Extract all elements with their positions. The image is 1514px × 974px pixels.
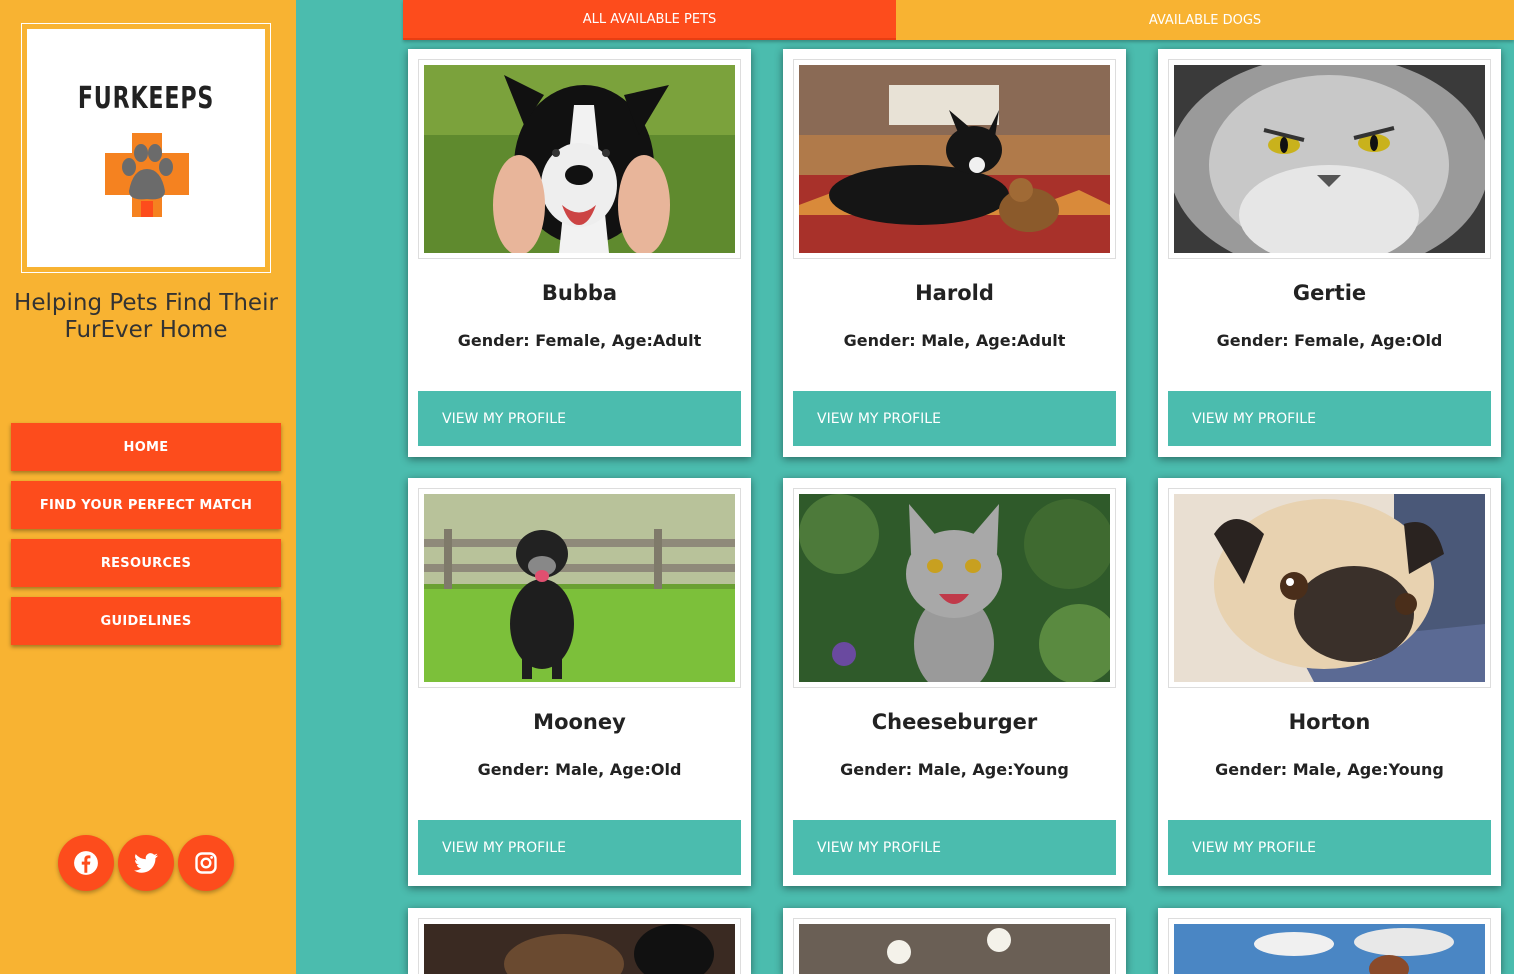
- pet-card: Harold Gender: Male, Age:Adult VIEW MY P…: [783, 49, 1126, 457]
- tab-all-available-pets[interactable]: ALL AVAILABLE PETS: [403, 0, 896, 40]
- grumpy-persian-cat-photo[interactable]: [1174, 65, 1485, 253]
- view-profile-button[interactable]: VIEW MY PROFILE: [418, 391, 741, 446]
- photo-frame: [793, 488, 1116, 688]
- pet-details: Gender: Female, Age:Adult: [457, 331, 702, 350]
- photo-frame: [418, 918, 741, 974]
- pet-tabs: ALL AVAILABLE PETS AVAILABLE DOGS: [403, 0, 1514, 40]
- pet-name: Harold: [915, 281, 994, 305]
- pet-name: Mooney: [533, 710, 626, 734]
- partial-pet-photo[interactable]: [799, 924, 1110, 974]
- pet-name: Horton: [1288, 710, 1371, 734]
- old-black-dog-grass-photo[interactable]: [424, 494, 735, 682]
- photo-frame: [418, 488, 741, 688]
- photo-frame: [1168, 488, 1491, 688]
- pet-details: Gender: Male, Age:Old: [477, 760, 682, 779]
- partial-pet-photo[interactable]: [1174, 924, 1485, 974]
- photo-frame: [1168, 918, 1491, 974]
- nav-find-match-button[interactable]: FIND YOUR PERFECT MATCH: [11, 481, 281, 529]
- photo-frame: [793, 918, 1116, 974]
- pet-card: Cheeseburger Gender: Male, Age:Young VIE…: [783, 478, 1126, 886]
- nav-resources-button[interactable]: RESOURCES: [11, 539, 281, 587]
- pet-name: Cheeseburger: [871, 710, 1038, 734]
- pet-card: Mooney Gender: Male, Age:Old VIEW MY PRO…: [408, 478, 751, 886]
- pug-photo[interactable]: [1174, 494, 1485, 682]
- photo-frame: [1168, 59, 1491, 259]
- photo-frame: [418, 59, 741, 259]
- pet-details: Gender: Male, Age:Adult: [843, 331, 1066, 350]
- paw-cross-icon: [105, 133, 189, 217]
- pet-details: Gender: Male, Age:Young: [840, 760, 1069, 779]
- sidebar: FURKEEPS Helping Pets Find Their FurEver…: [0, 0, 296, 974]
- twitter-button[interactable]: [118, 835, 174, 891]
- pet-name: Gertie: [1292, 281, 1367, 305]
- logo-text: FURKEEPS: [77, 81, 215, 116]
- pet-card: Bubba Gender: Female, Age:Adult VIEW MY …: [408, 49, 751, 457]
- photo-frame: [793, 59, 1116, 259]
- logo-frame: FURKEEPS: [21, 23, 271, 273]
- view-profile-button[interactable]: VIEW MY PROFILE: [793, 391, 1116, 446]
- tab-available-dogs[interactable]: AVAILABLE DOGS: [896, 0, 1514, 40]
- tabby-kitten-photo[interactable]: [799, 494, 1110, 682]
- nav-guidelines-button[interactable]: GUIDELINES: [11, 597, 281, 645]
- partial-pet-photo[interactable]: [424, 924, 735, 974]
- view-profile-button[interactable]: VIEW MY PROFILE: [1168, 820, 1491, 875]
- border-collie-photo[interactable]: [424, 65, 735, 253]
- nav-home-button[interactable]: HOME: [11, 423, 281, 471]
- facebook-button[interactable]: [58, 835, 114, 891]
- pet-card: [783, 908, 1126, 974]
- instagram-button[interactable]: [178, 835, 234, 891]
- twitter-icon: [134, 853, 158, 873]
- pet-card: [408, 908, 751, 974]
- tagline: Helping Pets Find Their FurEver Home: [14, 290, 278, 343]
- facebook-icon: [74, 851, 98, 875]
- black-dog-rug-photo[interactable]: [799, 65, 1110, 253]
- view-profile-button[interactable]: VIEW MY PROFILE: [1168, 391, 1491, 446]
- pet-card: [1158, 908, 1501, 974]
- instagram-icon: [195, 852, 217, 874]
- pet-card: Horton Gender: Male, Age:Young VIEW MY P…: [1158, 478, 1501, 886]
- view-profile-button[interactable]: VIEW MY PROFILE: [418, 820, 741, 875]
- pet-name: Bubba: [541, 281, 618, 305]
- view-profile-button[interactable]: VIEW MY PROFILE: [793, 820, 1116, 875]
- pet-card: Gertie Gender: Female, Age:Old VIEW MY P…: [1158, 49, 1501, 457]
- logo[interactable]: FURKEEPS: [27, 29, 265, 267]
- pet-details: Gender: Male, Age:Young: [1215, 760, 1444, 779]
- pet-details: Gender: Female, Age:Old: [1216, 331, 1443, 350]
